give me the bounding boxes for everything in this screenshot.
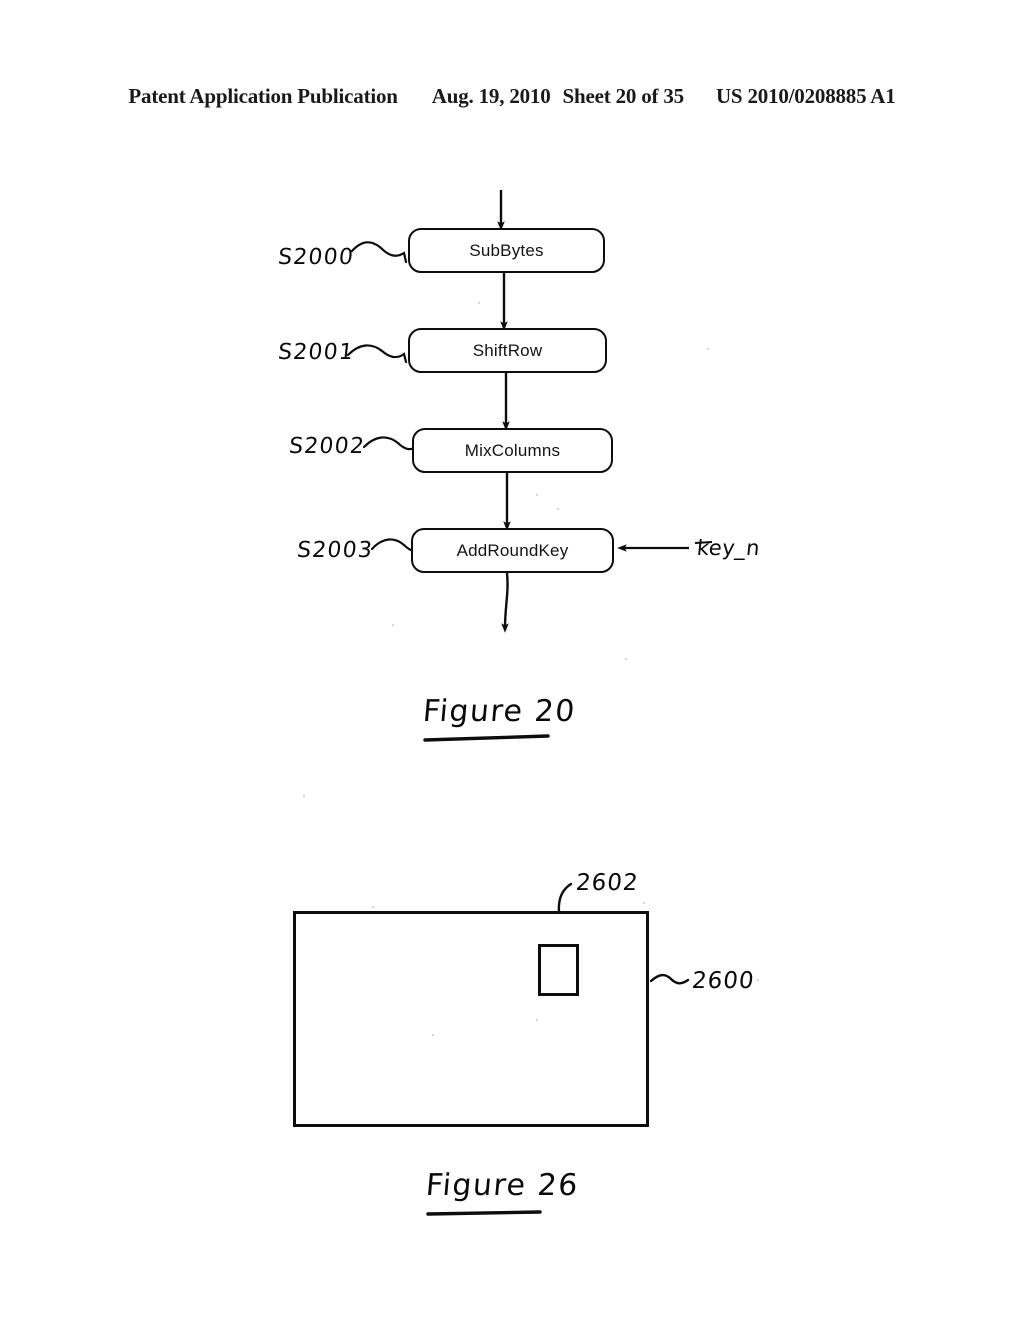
patent-drawing-page: Patent Application Publication Aug. 19, …	[0, 0, 1024, 1320]
process-box-addroundkey[interactable]: AddRoundKey	[411, 528, 614, 573]
scan-speckle	[303, 795, 305, 797]
key-input-label: key_n	[695, 536, 762, 560]
process-label-shiftrow: ShiftRow	[472, 340, 543, 360]
figure20-caption-underline	[423, 734, 550, 742]
figure26-inner-reference: 2602	[574, 870, 640, 896]
header-document-number: US 2010/0208885 A1	[715, 84, 896, 108]
figure26-caption: Figure 26	[424, 1168, 581, 1203]
process-label-subbytes: SubBytes	[469, 240, 544, 260]
scan-speckle	[625, 658, 627, 660]
leader-s2000	[350, 241, 408, 264]
header-sheet: Sheet 20 of 35	[562, 84, 685, 108]
step-reference-s2001: S2001	[276, 340, 356, 365]
process-label-addroundkey: AddRoundKey	[456, 540, 569, 560]
figure26-inner-square[interactable]	[538, 944, 579, 996]
header-date: Aug. 19, 2010	[431, 84, 551, 108]
scan-speckle	[536, 494, 538, 496]
scan-speckle	[643, 902, 645, 904]
scan-speckle	[757, 979, 759, 981]
scan-speckle	[557, 508, 559, 510]
process-box-subbytes[interactable]: SubBytes	[408, 228, 605, 273]
process-box-shiftrow[interactable]: ShiftRow	[408, 328, 607, 373]
step-reference-s2002: S2002	[287, 434, 367, 459]
scan-speckle	[536, 1019, 538, 1021]
process-label-mixcolumns: MixColumns	[464, 440, 561, 460]
figure20-caption: Figure 20	[421, 694, 578, 729]
header-publication: Patent Application Publication	[128, 84, 398, 108]
leader-s2001	[346, 344, 408, 364]
process-box-mixcolumns[interactable]: MixColumns	[412, 428, 613, 473]
figure20-leader-lines	[346, 241, 425, 559]
page-header: Patent Application Publication Aug. 19, …	[0, 84, 1024, 114]
scan-speckle	[392, 624, 394, 626]
step-reference-s2003: S2003	[295, 538, 375, 563]
leader-s2002	[362, 436, 420, 457]
figure26-outer-rectangle[interactable]	[293, 911, 649, 1127]
scan-speckle	[432, 1034, 434, 1036]
leader-2600	[649, 973, 690, 985]
figure26-outer-reference: 2600	[690, 968, 756, 994]
scan-speckle	[707, 348, 709, 350]
step-reference-s2000: S2000	[276, 245, 356, 270]
figure26-caption-underline	[426, 1210, 542, 1216]
scan-speckle	[478, 302, 480, 304]
scan-speckle	[372, 906, 374, 908]
